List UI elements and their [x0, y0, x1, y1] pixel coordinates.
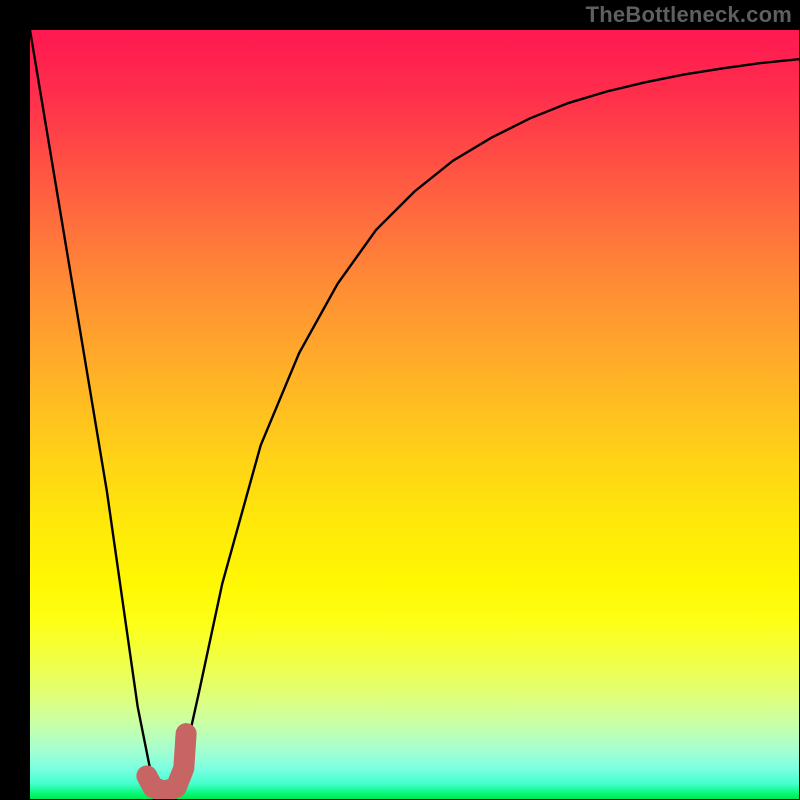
optimal-point-marker	[147, 734, 186, 792]
bottleneck-curve	[30, 30, 799, 799]
chart-frame: TheBottleneck.com	[0, 0, 800, 800]
chart-svg	[30, 30, 799, 799]
watermark-text: TheBottleneck.com	[586, 2, 792, 28]
plot-area	[30, 30, 799, 799]
